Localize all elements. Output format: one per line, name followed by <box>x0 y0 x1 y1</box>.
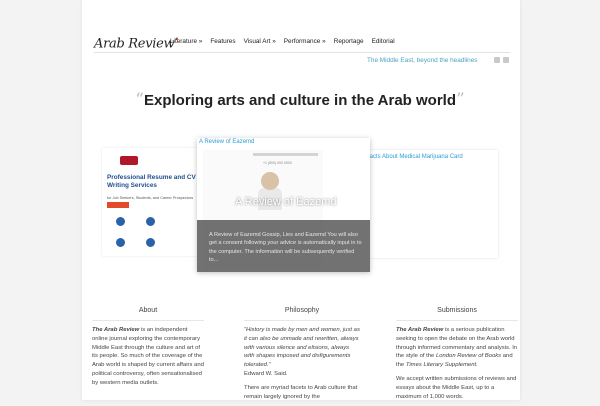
about-column: About The Arab Review is an independent … <box>92 307 204 393</box>
philosophy-column: Philosophy “History is made by men and w… <box>244 307 360 406</box>
philosophy-text: There are myriad facets to Arab culture … <box>244 384 358 400</box>
nav-performance[interactable]: Performance » <box>284 38 326 45</box>
submissions-text-2: We accept written submissions of reviews… <box>396 375 517 400</box>
nav-features[interactable]: Features <box>210 38 235 45</box>
submissions-heading: Submissions <box>396 307 518 321</box>
service-icon <box>116 238 125 247</box>
nav-reportage[interactable]: Reportage <box>334 38 364 45</box>
slide-left[interactable]: Professional Resume and CV Writing Servi… <box>102 148 200 256</box>
site-logo[interactable]: Arab Review• <box>94 35 179 51</box>
submissions-text: The Arab Review is a serious publication… <box>396 326 518 370</box>
philosophy-quote-block: “History is made by men and women, just … <box>244 326 360 379</box>
pub-london-review: London Review of Books <box>435 353 502 360</box>
header-divider <box>94 52 510 53</box>
slide-center[interactable]: A Review of Eazemd +1 (800) 000 0000 A R… <box>197 138 370 272</box>
about-text: The Arab Review is an independent online… <box>92 326 204 388</box>
submissions-lead: The Arab Review <box>396 327 444 333</box>
slide-center-link[interactable]: A Review of Eazemd <box>199 139 254 145</box>
philosophy-heading: Philosophy <box>244 307 360 321</box>
twitter-icon[interactable] <box>494 57 500 63</box>
logo-text: Arab Review <box>94 36 175 52</box>
main-nav: Literature » Features Visual Art » Perfo… <box>170 38 395 45</box>
about-body: is an independent online journal explori… <box>92 327 204 386</box>
ad-subtitle: for Job Seekers, Students, and Career Pr… <box>107 196 194 200</box>
about-lead: The Arab Review <box>92 327 140 333</box>
slide-center-title: A Review of Eazemd <box>235 196 337 208</box>
pub-tls: Times Literary Supplement. <box>405 362 478 369</box>
image-header-bar <box>253 153 318 156</box>
feed-icon[interactable] <box>503 57 509 63</box>
social-links <box>494 57 509 63</box>
service-icon <box>146 238 155 247</box>
person-head-image <box>261 172 279 190</box>
nav-editorial[interactable]: Editorial <box>372 38 395 45</box>
nav-literature[interactable]: Literature » <box>170 38 202 45</box>
service-icon <box>116 217 125 226</box>
quote-attribution: Edward W. Said. <box>244 370 288 377</box>
open-quote: “ <box>135 90 144 110</box>
slide-excerpt: A Review of Eazemd Gossip, Lies and Eaze… <box>209 232 362 264</box>
hero-heading: “Exploring arts and culture in the Arab … <box>0 90 600 110</box>
about-heading: About <box>92 307 204 321</box>
submissions-column: Submissions The Arab Review is a serious… <box>396 307 518 406</box>
ad-button-icon <box>107 202 129 208</box>
site-tagline: The Middle East, beyond the headlines <box>367 57 478 64</box>
nav-visual-art[interactable]: Visual Art » <box>244 38 276 45</box>
philosophy-quote: “History is made by men and women, just … <box>244 327 360 369</box>
image-phone-text: +1 (800) 000 0000 <box>263 161 292 165</box>
close-quote: ” <box>455 90 465 110</box>
brand-logo-icon <box>120 156 138 165</box>
hero-title: Exploring arts and culture in the Arab w… <box>144 92 456 109</box>
service-icon <box>146 217 155 226</box>
ad-title: Professional Resume and CV Writing Servi… <box>107 174 196 189</box>
